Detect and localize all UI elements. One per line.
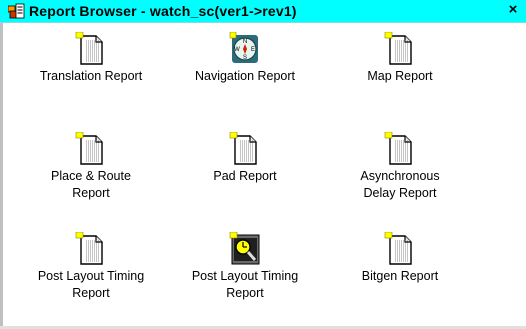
report-item[interactable]: Pad Report (170, 132, 320, 185)
document-icon (229, 132, 261, 166)
report-label: Place & Route Report (51, 169, 131, 200)
report-item[interactable]: Bitgen Report (325, 232, 475, 285)
document-icon (75, 132, 107, 166)
window-left-border (0, 23, 3, 329)
report-label: Asynchronous Delay Report (360, 169, 440, 200)
svg-text:W: W (234, 47, 240, 53)
report-label: Map Report (367, 69, 433, 83)
document-icon (384, 132, 416, 166)
document-icon (75, 232, 107, 266)
svg-text:E: E (251, 47, 255, 53)
svg-text:S: S (243, 55, 247, 61)
report-label: Post Layout Timing Report (37, 269, 145, 300)
compass-icon: N S W E (229, 32, 261, 66)
timing-analyzer-icon (229, 232, 261, 266)
report-label: Post Layout Timing Report (191, 269, 299, 300)
report-browser-app-icon (8, 3, 25, 19)
report-item[interactable]: Map Report (325, 32, 475, 85)
report-item[interactable]: N S W E Navigation Report (170, 32, 320, 85)
document-icon (384, 32, 416, 66)
report-item[interactable]: Place & Route Report (16, 132, 166, 202)
window-title: Report Browser - watch_sc(ver1->rev1) (29, 3, 297, 19)
document-icon (384, 232, 416, 266)
report-item[interactable]: Post Layout Timing Report (16, 232, 166, 302)
report-item[interactable]: Post Layout Timing Report (170, 232, 320, 302)
report-label: Navigation Report (194, 69, 296, 83)
report-item[interactable]: Asynchronous Delay Report (325, 132, 475, 202)
report-label: Translation Report (39, 69, 143, 83)
document-icon (75, 32, 107, 66)
report-label: Pad Report (213, 169, 277, 183)
title-bar[interactable]: Report Browser - watch_sc(ver1->rev1) × (0, 0, 526, 23)
report-item[interactable]: Translation Report (16, 32, 166, 85)
report-label: Bitgen Report (361, 269, 439, 283)
close-button[interactable]: × (505, 2, 521, 18)
